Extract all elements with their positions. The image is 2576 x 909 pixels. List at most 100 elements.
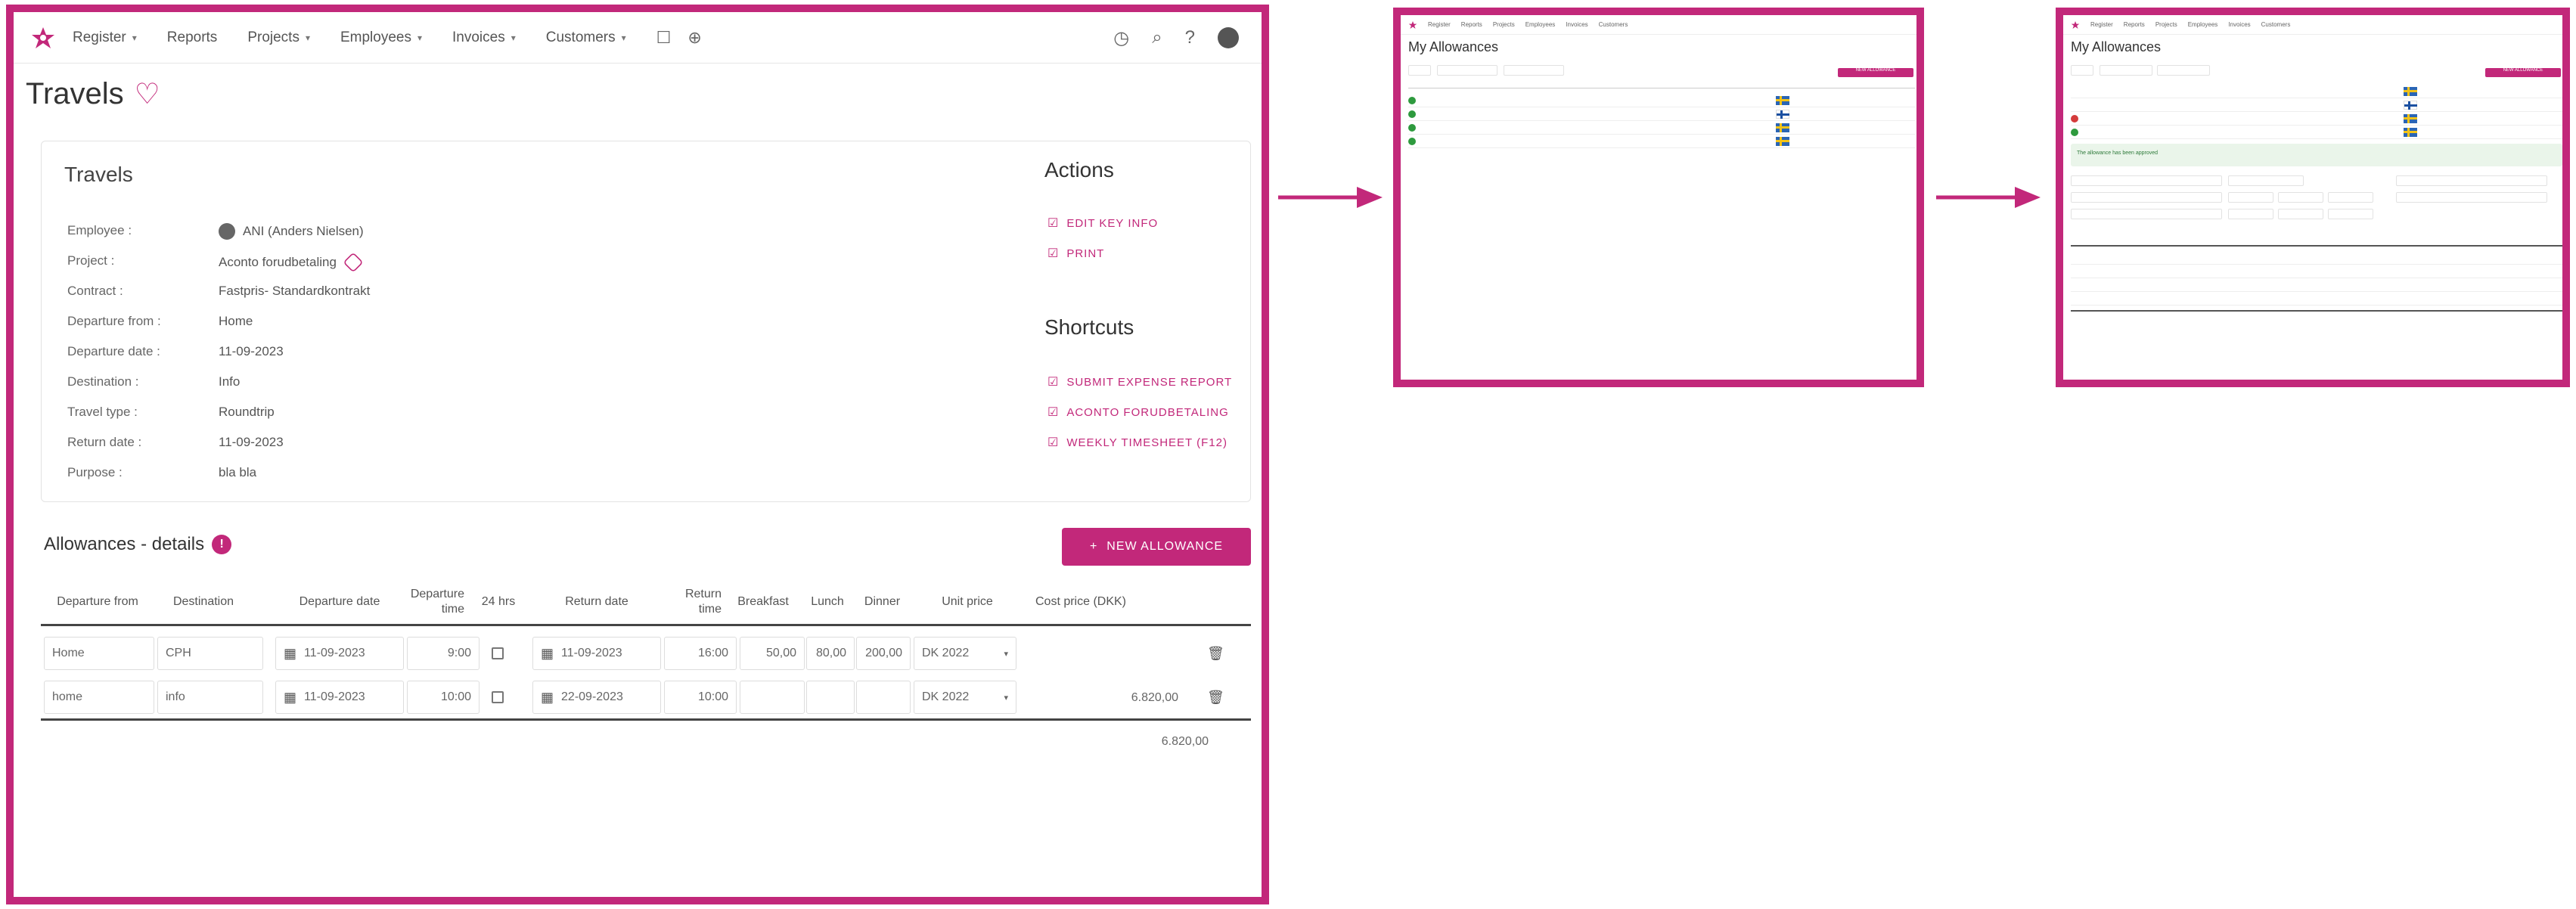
nav-customers[interactable]: Customers [2261,21,2291,28]
return-date-input[interactable]: ▦ 11-09-2023 [532,637,661,670]
weekly-timesheet-link[interactable]: ☑ WEEKLY TIMESHEET (F12) [1047,435,1227,450]
return-time-input[interactable]: 10:00 [664,681,737,714]
from-date-input[interactable] [1437,65,1497,76]
departure-time-input[interactable]: 9:00 [407,637,480,670]
employee-avatar-icon [219,223,235,240]
col-breakfast: Breakfast [737,595,789,608]
list-item[interactable] [1408,121,1915,135]
list-item[interactable] [2071,112,2562,126]
destination-input[interactable]: CPH [157,637,263,670]
nav-employees[interactable]: Employees [1525,21,1556,28]
search-icon[interactable]: ⌕ [1152,27,1162,48]
destination-input[interactable]: info [157,681,263,714]
app-logo-icon[interactable] [1408,20,1417,29]
table-divider [2071,245,2562,247]
form-field[interactable] [2228,175,2304,186]
lunch-input[interactable]: 80,00 [806,637,855,670]
actions-title: Actions [1044,158,1114,181]
list-item[interactable] [2071,85,2562,98]
app-logo-icon[interactable] [2071,20,2080,29]
departure-date-input[interactable]: ▦ 11-09-2023 [275,637,404,670]
favorite-heart-icon[interactable]: ♡ [135,77,160,111]
calendar-icon[interactable]: ▦ [541,690,554,706]
breakfast-input[interactable]: 50,00 [740,637,805,670]
to-date-input[interactable] [2157,65,2210,76]
new-allowance-button[interactable]: NEW ALLOWANCE [2485,68,2561,77]
trash-icon[interactable]: 🗑 [1207,646,1224,662]
calendar-icon[interactable]: ▦ [541,646,554,662]
nav-reports[interactable]: Reports [2124,21,2145,28]
print-link[interactable]: ☑ PRINT [1047,246,1104,261]
dinner-input[interactable]: 200,00 [856,637,911,670]
nav-employees[interactable]: Employees [2188,21,2218,28]
list-item[interactable] [2071,126,2562,139]
form-field[interactable] [2328,209,2373,219]
trash-icon[interactable]: 🗑 [1207,690,1224,706]
departure-from-input[interactable]: Home [44,637,154,670]
nav-customers[interactable]: Customers ▾ [546,29,626,46]
help-icon[interactable]: ? [1185,27,1195,48]
user-avatar-icon[interactable] [1218,27,1239,48]
nav-invoices[interactable]: Invoices [2228,21,2250,28]
form-field[interactable] [2278,209,2323,219]
app-logo-icon[interactable] [30,25,56,51]
return-time-input[interactable]: 16:00 [664,637,737,670]
nav-employees[interactable]: Employees ▾ [340,29,422,46]
table-row [2071,251,2562,265]
project-link-icon[interactable] [343,252,364,273]
calendar-icon[interactable]: ▦ [284,690,296,706]
departure-date-input[interactable]: ▦ 11-09-2023 [275,681,404,714]
nav-customers[interactable]: Customers [1599,21,1628,28]
nav-register[interactable]: Register ▾ [73,29,137,46]
nav-projects[interactable]: Projects ▾ [247,29,310,46]
lunch-input[interactable] [806,681,855,714]
flag-sweden-icon [2404,127,2417,137]
calendar-icon[interactable]: ▦ [284,646,296,662]
form-field[interactable] [2228,209,2273,219]
list-item[interactable] [1408,94,1915,107]
from-date-input[interactable] [2100,65,2152,76]
to-date-input[interactable] [1504,65,1564,76]
list-item[interactable] [1408,107,1915,121]
form-field[interactable] [2228,192,2273,203]
nav-reports[interactable]: Reports [167,29,218,46]
departure-from-input[interactable]: home [44,681,154,714]
nav-projects[interactable]: Projects [2155,21,2177,28]
unit-price-select[interactable]: DK 2022 ▾ [914,637,1016,670]
form-field[interactable] [2278,192,2323,203]
departure-time-input[interactable]: 10:00 [407,681,480,714]
form-field[interactable] [2071,175,2222,186]
clock-icon[interactable]: ◷ [1113,27,1129,49]
list-item[interactable] [2071,98,2562,112]
24hrs-checkbox[interactable] [492,647,504,659]
bookmark-icon[interactable]: ☐ [656,28,672,48]
form-field[interactable] [2071,209,2222,219]
submit-expense-report-link[interactable]: ☑ SUBMIT EXPENSE REPORT [1047,374,1232,389]
form-field[interactable] [2396,175,2547,186]
year-select[interactable] [2071,65,2093,76]
nav-register[interactable]: Register [1428,21,1451,28]
list-item[interactable] [1408,135,1915,148]
24hrs-checkbox[interactable] [492,691,504,703]
allowances-table-header: Departure from Destination Departure dat… [41,578,1251,626]
nav-register[interactable]: Register [2090,21,2113,28]
aconto-forudbetaling-link[interactable]: ☑ ACONTO FORUDBETALING [1047,405,1229,420]
edit-key-info-link[interactable]: ☑ EDIT KEY INFO [1047,216,1158,231]
nav-invoices[interactable]: Invoices ▾ [452,29,516,46]
new-allowance-button[interactable]: NEW ALLOWANCE [1838,68,1913,77]
table-row [2071,292,2562,306]
new-allowance-button[interactable]: + NEW ALLOWANCE [1062,528,1251,566]
nav-reports[interactable]: Reports [1461,21,1482,28]
info-icon[interactable]: ! [212,535,232,554]
dinner-input[interactable] [856,681,911,714]
form-field[interactable] [2328,192,2373,203]
breakfast-input[interactable] [740,681,805,714]
nav-invoices[interactable]: Invoices [1566,21,1587,28]
unit-price-select[interactable]: DK 2022 ▾ [914,681,1016,714]
form-field[interactable] [2396,192,2547,203]
add-circle-icon[interactable]: ⊕ [687,28,701,48]
return-date-input[interactable]: ▦ 22-09-2023 [532,681,661,714]
nav-projects[interactable]: Projects [1493,21,1515,28]
form-field[interactable] [2071,192,2222,203]
year-select[interactable] [1408,65,1431,76]
